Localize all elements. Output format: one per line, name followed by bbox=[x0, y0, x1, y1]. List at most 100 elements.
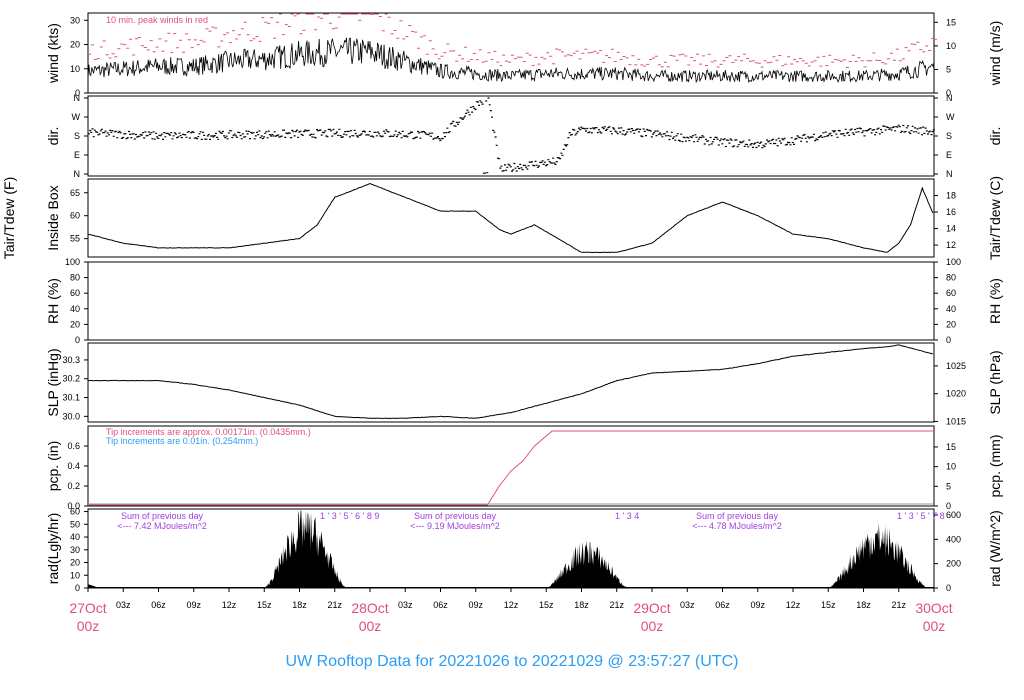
tick-label: 0.4 bbox=[67, 461, 80, 471]
x-tick-label: 03z bbox=[680, 600, 695, 610]
tick-label: 100 bbox=[65, 257, 80, 267]
x-tick-label: 09z bbox=[186, 600, 201, 610]
day-label: 28Oct bbox=[351, 600, 388, 616]
day-sum-value: <--- 4.78 MJoules/m^2 bbox=[692, 521, 782, 531]
panel-wind: wind (kts) wind (m/s)010203005101510 min.… bbox=[45, 12, 1003, 98]
plot-frame bbox=[87, 178, 935, 258]
tick-label: 80 bbox=[70, 273, 80, 283]
plot-frame bbox=[87, 12, 935, 94]
plot-frame bbox=[87, 261, 935, 341]
x-tick-label: 03z bbox=[398, 600, 413, 610]
plot-frame bbox=[87, 508, 935, 589]
x-tick-label: 06z bbox=[715, 600, 730, 610]
tick-label: 20 bbox=[70, 40, 80, 50]
panel-slp: SLP (inHg) SLP (hPa) 30.0 30.1 30.2 30.3 1015 1… bbox=[45, 342, 1003, 426]
x-tick-label: 12z bbox=[786, 600, 801, 610]
tick-label: 200 bbox=[946, 559, 961, 569]
y-axis-label-left: SLP (inHg) bbox=[45, 348, 61, 416]
day-label: 29Oct bbox=[633, 600, 670, 616]
tick-label: 60 bbox=[70, 507, 80, 517]
x-tick-label: 12z bbox=[504, 600, 519, 610]
tick-label: 10 bbox=[946, 462, 956, 472]
hour-marks: 1 ' 3 ' 5 ' 6 ' 8 9 bbox=[320, 511, 379, 521]
panel-pcp: pcp. (in) pcp. (mm)0.00.20.40.6051015Tip … bbox=[45, 425, 1003, 511]
peak-wind-note: 10 min. peak winds in red bbox=[106, 15, 208, 25]
y-axis-label-right: dir. bbox=[987, 127, 1003, 146]
tick-label: 10 bbox=[70, 64, 80, 74]
tick-label: 30 bbox=[70, 545, 80, 555]
tick-label: 20 bbox=[70, 319, 80, 329]
y-axis-label-right: pcp. (mm) bbox=[987, 435, 1003, 498]
tick-label: W bbox=[946, 112, 955, 122]
tick-label: 400 bbox=[946, 534, 961, 544]
tick-label: 50 bbox=[70, 519, 80, 529]
day-sum-label: Sum of previous day bbox=[121, 511, 204, 521]
x-tick-label: 15z bbox=[539, 600, 554, 610]
tick-label: 30.1 bbox=[62, 393, 80, 403]
day-sub-label: 00z bbox=[359, 618, 382, 634]
tick-label: 0 bbox=[75, 583, 80, 593]
day-sub-label: 00z bbox=[923, 618, 946, 634]
tick-label: 5 bbox=[946, 481, 951, 491]
slp-series bbox=[87, 344, 934, 420]
tick-label: 80 bbox=[946, 273, 956, 283]
tick-label: 60 bbox=[70, 288, 80, 298]
tick-label: S bbox=[74, 131, 80, 141]
y-axis-label-left: dir. bbox=[45, 127, 61, 146]
tick-label: 10 bbox=[946, 41, 956, 51]
temperature-series bbox=[87, 182, 934, 254]
tick-label: N bbox=[946, 169, 953, 179]
x-tick-label: 06z bbox=[151, 600, 166, 610]
tick-label: 18 bbox=[946, 191, 956, 201]
chart-title: UW Rooftop Data for 20221026 to 20221029… bbox=[286, 653, 739, 670]
day-sum-label: Sum of previous day bbox=[696, 511, 779, 521]
x-tick-label: 18z bbox=[292, 600, 307, 610]
panel-rh: RH (%) RH (%) 0 20 40 60 80 100 0 20 40 60 80 100 bbox=[45, 257, 1003, 345]
tick-label: 10 bbox=[70, 570, 80, 580]
y-axis-label-left: wind (kts) bbox=[45, 23, 61, 84]
tip-note-2: Tip increments are 0.01in. (0.254mm.) bbox=[106, 436, 258, 446]
x-tick-label: 21z bbox=[891, 600, 906, 610]
tick-label: 0.6 bbox=[67, 441, 80, 451]
tick-label: 15 bbox=[946, 17, 956, 27]
tick-label: 1015 bbox=[946, 416, 966, 426]
day-sum-label: Sum of previous day bbox=[414, 511, 497, 521]
panel-dir: dir. dir.N NE ES SW WN N bbox=[45, 93, 1003, 179]
tick-label: 30.2 bbox=[62, 374, 80, 384]
tick-label: N bbox=[946, 93, 953, 103]
tick-label: 30 bbox=[70, 15, 80, 25]
tick-label: 5 bbox=[946, 64, 951, 74]
tick-label: 1025 bbox=[946, 361, 966, 371]
tick-label: N bbox=[74, 93, 81, 103]
y-axis-label-left: rad(Lgly/hr) bbox=[45, 513, 61, 585]
tick-label: 0 bbox=[946, 583, 951, 593]
tick-label: 30.3 bbox=[62, 355, 80, 365]
day-sub-label: 00z bbox=[77, 618, 100, 634]
y-axis-label-left: pcp. (in) bbox=[45, 441, 61, 492]
x-tick-label: 12z bbox=[222, 600, 237, 610]
y-axis-label-right: Tair/Tdew (C) bbox=[987, 176, 1003, 260]
tick-label: 55 bbox=[70, 234, 80, 244]
y-axis-label-left: RH (%) bbox=[45, 278, 61, 324]
tick-label: 600 bbox=[946, 510, 961, 520]
day-sum-value: <--- 9.19 MJoules/m^2 bbox=[410, 521, 500, 531]
tick-label: E bbox=[946, 150, 952, 160]
x-tick-label: 09z bbox=[750, 600, 765, 610]
tick-label: 30.0 bbox=[62, 411, 80, 421]
tick-label: 60 bbox=[70, 211, 80, 221]
tick-label: W bbox=[72, 112, 81, 122]
panel-radiation: rad(Lgly/hr) rad (W/m^2)01020304050600200… bbox=[45, 507, 1003, 593]
x-tick-label: 21z bbox=[609, 600, 624, 610]
day-label: 27Oct bbox=[69, 600, 106, 616]
tick-label: 60 bbox=[946, 288, 956, 298]
y-axis-label-left: Tair/Tdew (F) bbox=[1, 177, 17, 259]
tick-label: 0 bbox=[946, 335, 951, 345]
hour-marks: 1 ' 3 4 bbox=[615, 511, 639, 521]
day-sum-value: <--- 7.42 MJoules/m^2 bbox=[117, 521, 207, 531]
tick-label: N bbox=[74, 169, 81, 179]
tick-label: 1020 bbox=[946, 389, 966, 399]
x-tick-label: 21z bbox=[327, 600, 342, 610]
tick-label: 0.2 bbox=[67, 481, 80, 491]
x-tick-label: 03z bbox=[116, 600, 131, 610]
y-axis-label-right: rad (W/m^2) bbox=[987, 510, 1003, 587]
